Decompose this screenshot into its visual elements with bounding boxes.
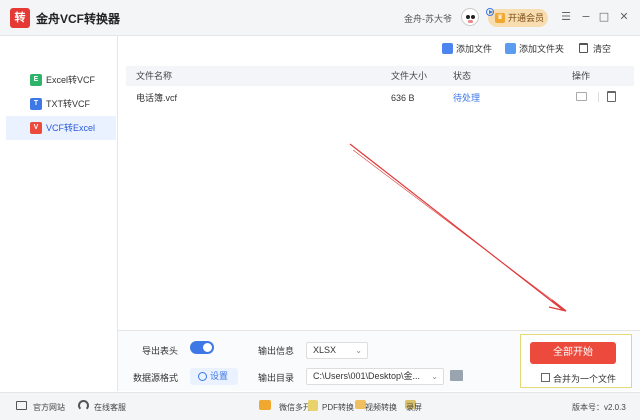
gear-icon [198,372,207,381]
maximize-icon[interactable]: □ [596,9,612,25]
chevron-down-icon: ⌄ [355,346,362,355]
column-header-status: 状态 [453,71,472,81]
avatar-eye-icon [471,15,475,19]
monitor-icon [16,401,27,410]
output-format-select[interactable]: XLSX ⌄ [306,342,368,359]
sidebar-item-label: Excel转VCF [46,75,96,85]
sidebar-item-label: TXT转VCF [46,99,90,109]
arrow-shaft [349,143,564,311]
export-header-toggle[interactable] [190,341,214,354]
vip-button-label: 开通会员 [508,13,545,23]
add-folder-label: 添加文件夹 [519,44,565,54]
excel-badge-icon: E [30,74,42,86]
clear-button[interactable]: 清空 [579,42,611,56]
official-website-link[interactable]: 官方网站 [33,402,65,413]
app-title: 金舟VCF转换器 [36,12,121,26]
arrow-shaft-shadow [352,149,561,307]
txt-badge-icon: T [30,98,42,110]
file-size: 636 B [391,93,415,103]
avatar[interactable] [461,8,479,26]
file-table-header: 文件名称 文件大小 状态 操作 [126,66,634,86]
vcf-badge-icon: V [30,122,42,134]
output-dir-input[interactable]: C:\Users\001\Desktop\金... ⌄ [306,368,444,385]
table-row[interactable]: 电话簿.vcf 636 B 待处理 [126,86,634,110]
avatar-eye-icon [466,15,470,19]
column-header-size: 文件大小 [391,71,428,81]
headset-icon [78,400,89,411]
sidebar-item-label: VCF转Excel [46,123,96,133]
add-folder-button[interactable]: 添加文件夹 [505,42,564,56]
merge-checkbox[interactable] [541,373,550,382]
file-status: 待处理 [453,93,481,103]
output-dir-value: C:\Users\001\Desktop\金... [313,371,421,381]
version-label: 版本号：v2.0.3 [572,403,626,412]
column-header-name: 文件名称 [136,71,173,81]
open-folder-icon[interactable] [576,92,587,101]
pdf-convert-link[interactable]: PDF转换 [322,402,354,413]
settings-button[interactable]: 设置 [190,368,238,385]
trash-icon [579,43,588,53]
export-header-label: 导出表头 [142,346,179,356]
delete-row-icon[interactable] [607,91,616,102]
play-icon[interactable] [486,8,494,16]
menu-icon[interactable]: ☰ [558,9,574,25]
output-format-value: XLSX [313,345,337,355]
row-action-divider [598,92,599,102]
column-header-action: 操作 [572,71,591,81]
minimize-icon[interactable]: − [578,9,594,25]
merge-label: 合并为一个文件 [553,374,617,384]
pdf-icon [308,400,318,411]
output-info-label: 输出信息 [258,346,295,356]
sidebar-item-excel-to-vcf[interactable]: E Excel转VCF [6,68,116,92]
sidebar-item-txt-to-vcf[interactable]: T TXT转VCF [6,92,116,116]
sidebar-item-vcf-to-excel[interactable]: V VCF转Excel [6,116,116,140]
settings-label: 设置 [210,371,229,381]
browse-folder-icon[interactable] [450,370,463,381]
close-icon[interactable]: ✕ [616,9,632,25]
add-file-label: 添加文件 [456,44,493,54]
start-all-button[interactable]: 全部开始 [530,342,616,364]
user-name[interactable]: 金舟-苏大爷 [404,12,452,25]
output-dir-label: 输出目录 [258,373,295,383]
add-file-icon [442,43,453,54]
add-folder-icon [505,43,516,54]
avatar-nose-icon [468,20,473,23]
arrow-head [548,299,567,312]
add-file-button[interactable]: 添加文件 [442,42,492,56]
screen-record-link[interactable]: 录屏 [406,402,422,413]
chevron-down-icon: ⌄ [429,369,438,384]
clear-label: 清空 [593,44,612,54]
vip-button[interactable]: ♛ 开通会员 [488,9,548,27]
wechat-multi-open-link[interactable]: 微信多开 [279,402,311,413]
source-format-label: 数据源格式 [133,373,179,383]
megaphone-icon [259,400,271,410]
video-convert-link[interactable]: 视频转换 [365,402,397,413]
online-support-link[interactable]: 在线客服 [94,402,126,413]
app-logo-icon: 转 [10,8,30,28]
file-name: 电话簿.vcf [136,93,178,103]
crown-icon: ♛ [495,13,505,23]
